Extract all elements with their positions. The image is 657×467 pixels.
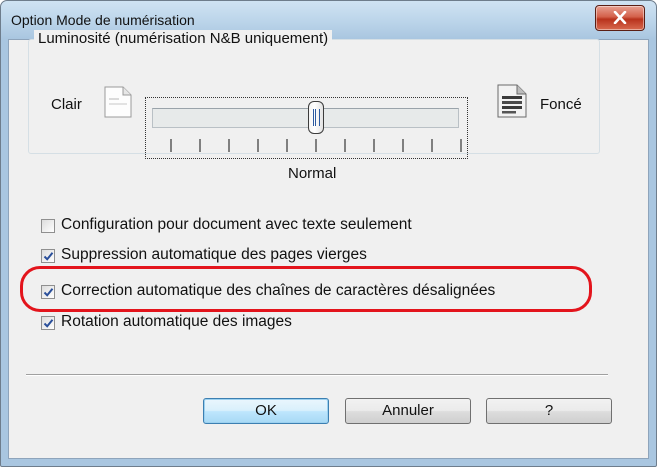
checkbox-box[interactable] [41,219,55,233]
brightness-slider-track[interactable] [152,108,459,128]
checkbox-label: Suppression automatique des pages vierge… [61,246,367,263]
checkmark-icon [43,288,54,297]
close-button[interactable] [595,5,645,31]
checkbox-label: Rotation automatique des images [61,313,292,330]
checkmark-icon [43,319,54,328]
checkbox-label: Correction automatique des chaînes de ca… [61,282,496,299]
help-button[interactable]: ? [486,398,612,424]
separator [26,374,608,376]
cancel-button[interactable]: Annuler [345,398,471,424]
light-label: Clair [51,96,82,113]
window-title: Option Mode de numérisation [11,12,195,28]
dark-label: Foncé [540,96,582,113]
checkmark-icon [43,252,54,261]
light-page-icon [104,86,132,118]
checkmark-icon [43,221,54,232]
brightness-slider-thumb[interactable] [308,101,324,134]
close-icon [613,11,627,24]
normal-label: Normal [288,165,337,182]
dark-page-icon [497,84,527,118]
checkbox-box[interactable] [41,249,55,263]
brightness-group-label: Luminosité (numérisation N&B uniquement) [34,30,333,47]
brightness-slider-focus [145,97,468,159]
checkbox-box[interactable] [41,316,55,330]
grip-icon [313,109,320,126]
ok-button[interactable]: OK [203,398,329,424]
checkbox-label: Configuration pour document avec texte s… [61,216,412,233]
checkbox-box[interactable] [41,285,55,299]
